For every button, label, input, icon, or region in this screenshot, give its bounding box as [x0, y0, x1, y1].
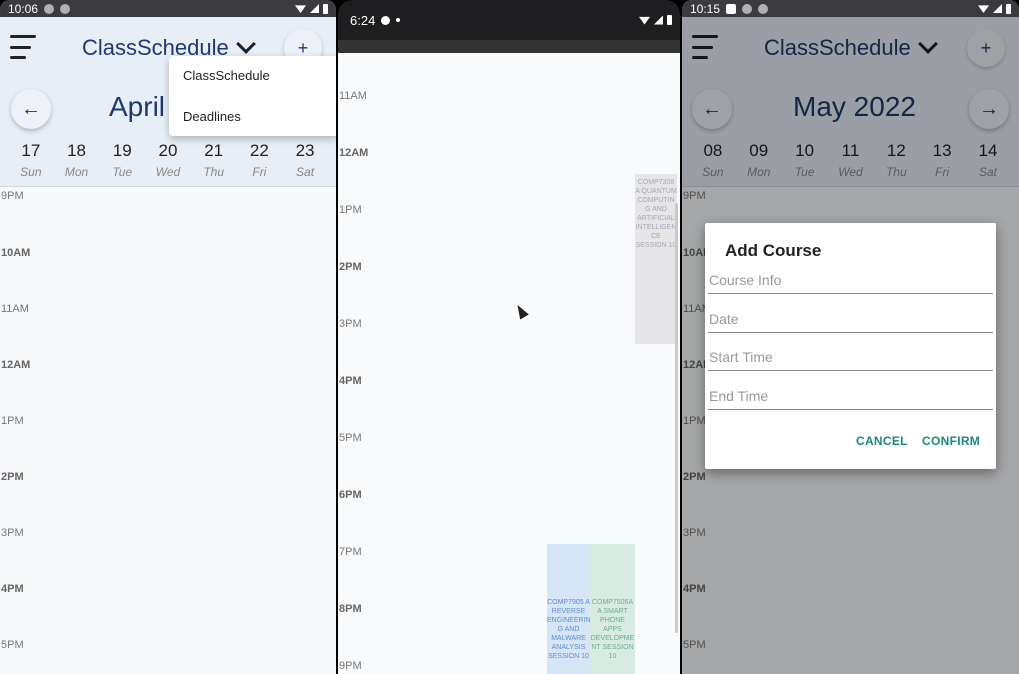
add-course-dialog: Add Course Course Info Date Start Time E…	[705, 223, 996, 469]
signal-icon	[993, 4, 1002, 13]
wifi-off-icon	[60, 3, 71, 14]
time-label: 3PM	[339, 318, 362, 330]
day-cell[interactable]: 18 Mon	[57, 137, 97, 186]
notification-icon	[44, 3, 55, 14]
time-label: 1PM	[1, 415, 24, 427]
menu-icon[interactable]	[10, 35, 36, 59]
menu-item-deadlines[interactable]: Deadlines	[169, 109, 336, 150]
time-label: 5PM	[1, 639, 24, 651]
status-time: 10:06	[8, 1, 39, 16]
battery-icon	[1006, 3, 1011, 14]
screen-schedule-day-view: 6:24 11AM 12AM 1PM 2PM 3PM 4PM 5PM 6PM 7…	[338, 0, 680, 674]
time-label: 12AM	[1, 359, 31, 371]
status-bar: 10:06	[0, 0, 336, 17]
dot-icon	[396, 18, 401, 22]
time-label: 9PM	[1, 190, 24, 202]
time-label: 11AM	[339, 90, 367, 102]
course-info-field[interactable]: Course Info	[708, 268, 993, 294]
course-event-comp7308[interactable]: COMP7308 A QUANTUM COMPUTIN G AND ARTIFI…	[635, 174, 677, 344]
cancel-button[interactable]: CANCEL	[856, 434, 908, 448]
start-time-field[interactable]: Start Time	[708, 345, 993, 371]
dialog-title: Add Course	[725, 241, 822, 260]
wifi-icon	[295, 5, 306, 13]
settings-icon	[381, 15, 391, 25]
screen-add-course-dialog: 10:15 ClassSchedule + ← May 2022 → 08 Sun…	[682, 0, 1019, 674]
wifi-icon	[978, 5, 989, 13]
scrollbar[interactable]	[675, 203, 678, 633]
schedule-dropdown-menu: ClassSchedule Deadlines	[169, 56, 336, 136]
time-label: 4PM	[1, 583, 24, 595]
time-label: 10AM	[1, 247, 31, 259]
course-event-comp7905[interactable]: COMP7905 A REVERSE ENGINEERIN G AND MALW…	[547, 544, 590, 674]
signal-icon	[654, 15, 663, 25]
screen-class-schedule-dropdown: 10:06 ClassSchedule + ← April 17 Sun 18 Mo…	[0, 0, 336, 674]
time-label: 1PM	[339, 204, 362, 216]
time-label: 9PM	[339, 660, 362, 672]
month-title: April	[109, 91, 166, 122]
day-cell[interactable]: 19 Tue	[102, 137, 142, 186]
status-time: 6:24	[350, 12, 376, 28]
time-label: 7PM	[339, 546, 362, 558]
time-label: 5PM	[339, 432, 362, 444]
time-label: 2PM	[339, 261, 362, 273]
battery-icon	[667, 15, 672, 25]
time-grid[interactable]: 11AM 12AM 1PM 2PM 3PM 4PM 5PM 6PM 7PM 8P…	[338, 53, 680, 674]
time-label: 12AM	[339, 147, 369, 159]
signal-icon	[310, 4, 319, 13]
battery-icon	[323, 3, 328, 14]
wifi-icon	[639, 16, 650, 25]
confirm-button[interactable]: CONFIRM	[922, 434, 980, 448]
status-time: 10:15	[690, 1, 721, 16]
status-bar: 6:24	[338, 0, 680, 40]
prev-week-button[interactable]: ←	[11, 89, 51, 129]
time-label: 4PM	[339, 375, 362, 387]
time-label: 8PM	[339, 603, 362, 615]
course-event-comp7506a[interactable]: COMP7506A A SMART PHONE APPS DEVELOPME N…	[590, 544, 635, 674]
end-time-field[interactable]: End Time	[708, 384, 993, 410]
date-field[interactable]: Date	[708, 307, 993, 333]
status-bar: 10:15	[682, 0, 1019, 17]
time-label: 2PM	[1, 471, 24, 483]
time-label: 3PM	[1, 527, 24, 539]
day-cell[interactable]: 17 Sun	[11, 137, 51, 186]
notification-icon	[726, 3, 737, 14]
wifi-off-icon	[758, 3, 769, 14]
notification-icon	[742, 3, 753, 14]
time-label: 11AM	[1, 303, 29, 315]
app-header-transition	[338, 40, 680, 53]
chevron-down-icon	[235, 34, 256, 54]
menu-item-classschedule[interactable]: ClassSchedule	[169, 68, 336, 109]
time-label: 6PM	[339, 489, 362, 501]
